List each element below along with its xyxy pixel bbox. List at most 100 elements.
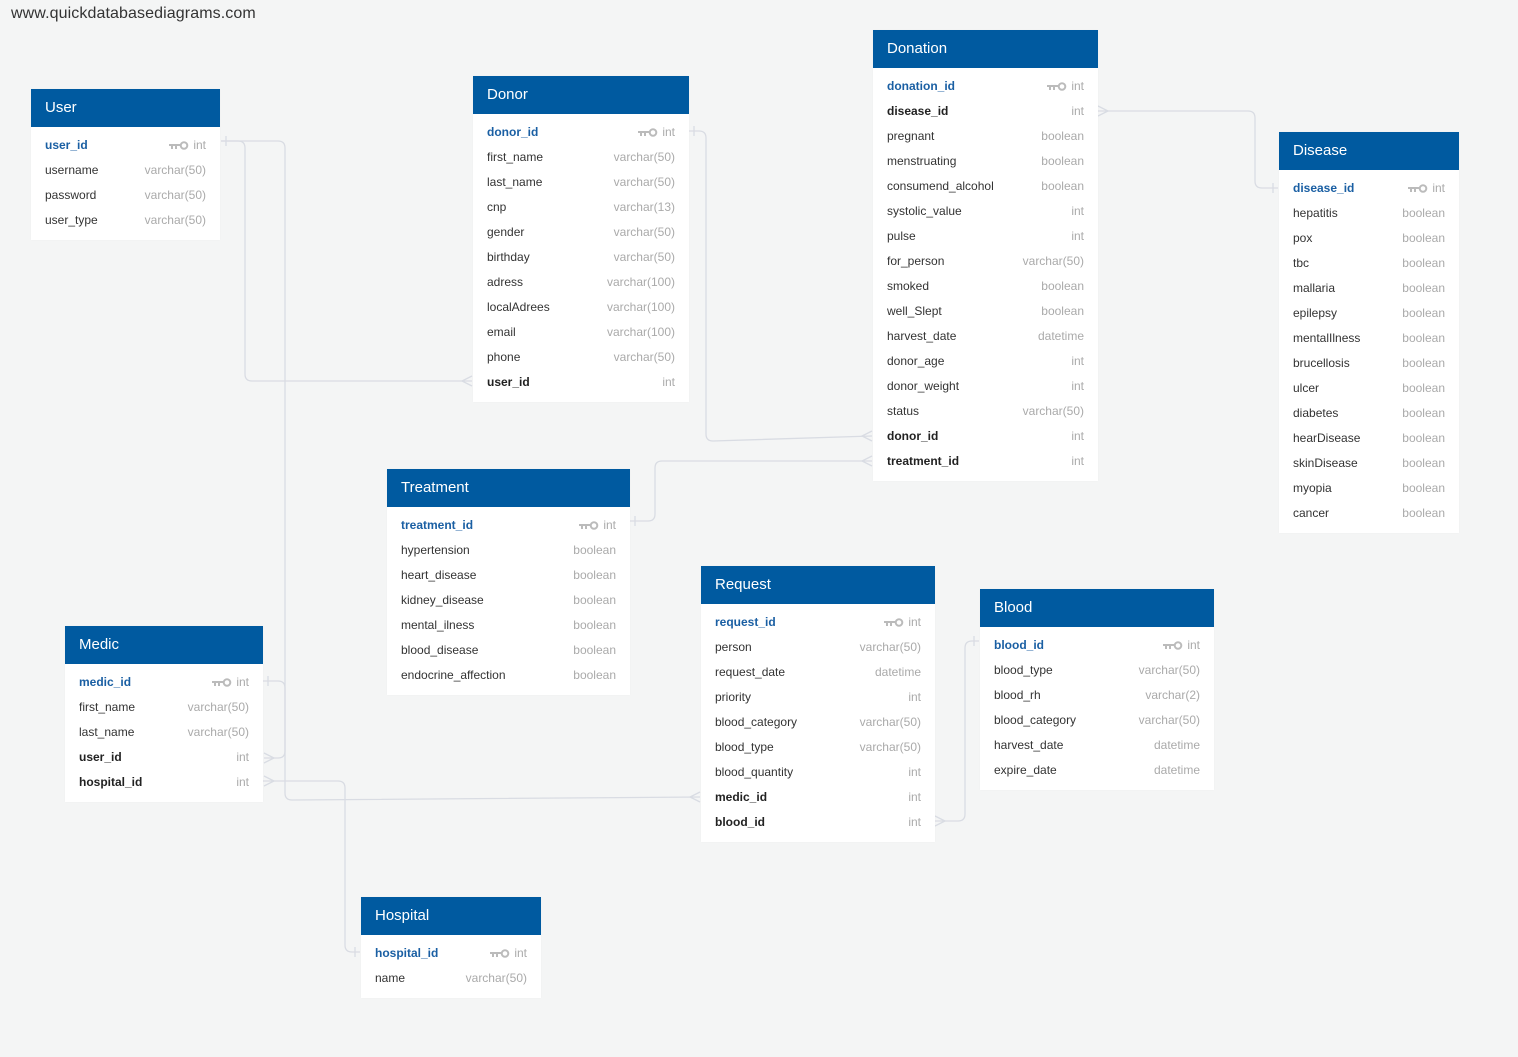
field-row[interactable]: for_person varchar(50) — [873, 248, 1098, 273]
foreign-key-field[interactable]: disease_id int — [873, 98, 1098, 123]
table-header[interactable]: Disease — [1279, 132, 1459, 170]
field-row[interactable]: diabetes boolean — [1279, 400, 1459, 425]
field-row[interactable]: donor_age int — [873, 348, 1098, 373]
field-row[interactable]: well_Slept boolean — [873, 298, 1098, 323]
field-row[interactable]: harvest_date datetime — [873, 323, 1098, 348]
field-row[interactable]: consumend_alcohol boolean — [873, 173, 1098, 198]
field-row[interactable]: mentalIlness boolean — [1279, 325, 1459, 350]
field-row[interactable]: cancer boolean — [1279, 500, 1459, 525]
field-row[interactable]: phone varchar(50) — [473, 344, 689, 369]
primary-key-field[interactable]: donation_id int — [873, 73, 1098, 98]
table-disease[interactable]: Disease disease_id int hepatitis boolean pox b… — [1279, 132, 1459, 533]
field-row[interactable]: expire_date datetime — [980, 757, 1214, 782]
field-row[interactable]: endocrine_affection boolean — [387, 662, 630, 687]
link-donation-disease[interactable] — [1098, 110, 1278, 189]
table-request[interactable]: Request request_id int person varchar(50) req… — [701, 566, 935, 842]
field-row[interactable]: pox boolean — [1279, 225, 1459, 250]
link-request-medic[interactable] — [263, 680, 701, 801]
field-row[interactable]: birthday varchar(50) — [473, 244, 689, 269]
field-row[interactable]: email varchar(100) — [473, 319, 689, 344]
primary-key-field[interactable]: treatment_id int — [387, 512, 630, 537]
field-row[interactable]: first_name varchar(50) — [65, 694, 263, 719]
table-user[interactable]: User user_id int username varchar(50) passwor… — [31, 89, 220, 240]
field-row[interactable]: localAdrees varchar(100) — [473, 294, 689, 319]
field-row[interactable]: brucellosis boolean — [1279, 350, 1459, 375]
field-row[interactable]: blood_disease boolean — [387, 637, 630, 662]
primary-key-field[interactable]: medic_id int — [65, 669, 263, 694]
table-donation[interactable]: Donation donation_id int disease_id int pregn… — [873, 30, 1098, 481]
field-row[interactable]: myopia boolean — [1279, 475, 1459, 500]
table-header[interactable]: Donation — [873, 30, 1098, 68]
link-donation-treatment[interactable] — [630, 460, 872, 522]
field-row[interactable]: menstruating boolean — [873, 148, 1098, 173]
link-donor-user[interactable] — [221, 140, 472, 382]
field-row[interactable]: last_name varchar(50) — [473, 169, 689, 194]
table-treatment[interactable]: Treatment treatment_id int hypertension bool… — [387, 469, 630, 695]
field-row[interactable]: person varchar(50) — [701, 634, 935, 659]
foreign-key-field[interactable]: medic_id int — [701, 784, 935, 809]
field-row[interactable]: kidney_disease boolean — [387, 587, 630, 612]
field-row[interactable]: hearDisease boolean — [1279, 425, 1459, 450]
field-row[interactable]: status varchar(50) — [873, 398, 1098, 423]
foreign-key-field[interactable]: blood_id int — [701, 809, 935, 834]
field-list: hospital_id int name varchar(50) — [361, 935, 541, 998]
field-row[interactable]: user_type varchar(50) — [31, 207, 220, 232]
foreign-key-field[interactable]: user_id int — [473, 369, 689, 394]
primary-key-field[interactable]: user_id int — [31, 132, 220, 157]
primary-key-field[interactable]: blood_id int — [980, 632, 1214, 657]
field-row[interactable]: hepatitis boolean — [1279, 200, 1459, 225]
primary-key-field[interactable]: disease_id int — [1279, 175, 1459, 200]
table-medic[interactable]: Medic medic_id int first_name varchar(50) las… — [65, 626, 263, 802]
field-row[interactable]: username varchar(50) — [31, 157, 220, 182]
link-donation-donor[interactable] — [689, 130, 873, 442]
link-medic-hospital[interactable] — [263, 780, 360, 953]
table-donor[interactable]: Donor donor_id int first_name varchar(50) las… — [473, 76, 689, 402]
field-row[interactable]: priority int — [701, 684, 935, 709]
field-row[interactable]: name varchar(50) — [361, 965, 541, 990]
field-row[interactable]: blood_category varchar(50) — [701, 709, 935, 734]
primary-key-field[interactable]: request_id int — [701, 609, 935, 634]
foreign-key-field[interactable]: hospital_id int — [65, 769, 263, 794]
field-row[interactable]: pulse int — [873, 223, 1098, 248]
field-row[interactable]: blood_category varchar(50) — [980, 707, 1214, 732]
table-header[interactable]: Blood — [980, 589, 1214, 627]
field-row[interactable]: epilepsy boolean — [1279, 300, 1459, 325]
link-request-blood[interactable] — [935, 640, 979, 822]
table-hospital[interactable]: Hospital hospital_id int name varchar(50) — [361, 897, 541, 998]
table-header[interactable]: Request — [701, 566, 935, 604]
field-row[interactable]: ulcer boolean — [1279, 375, 1459, 400]
foreign-key-field[interactable]: user_id int — [65, 744, 263, 769]
primary-key-field[interactable]: donor_id int — [473, 119, 689, 144]
foreign-key-field[interactable]: treatment_id int — [873, 448, 1098, 473]
field-row[interactable]: smoked boolean — [873, 273, 1098, 298]
primary-key-field[interactable]: hospital_id int — [361, 940, 541, 965]
field-row[interactable]: last_name varchar(50) — [65, 719, 263, 744]
table-header[interactable]: Medic — [65, 626, 263, 664]
table-blood[interactable]: Blood blood_id int blood_type varchar(50) blo… — [980, 589, 1214, 790]
table-header[interactable]: Donor — [473, 76, 689, 114]
table-header[interactable]: User — [31, 89, 220, 127]
table-header[interactable]: Treatment — [387, 469, 630, 507]
foreign-key-field[interactable]: donor_id int — [873, 423, 1098, 448]
field-row[interactable]: blood_type varchar(50) — [701, 734, 935, 759]
field-row[interactable]: mental_ilness boolean — [387, 612, 630, 637]
field-row[interactable]: adress varchar(100) — [473, 269, 689, 294]
field-row[interactable]: heart_disease boolean — [387, 562, 630, 587]
field-row[interactable]: mallaria boolean — [1279, 275, 1459, 300]
table-header[interactable]: Hospital — [361, 897, 541, 935]
field-row[interactable]: skinDisease boolean — [1279, 450, 1459, 475]
field-row[interactable]: gender varchar(50) — [473, 219, 689, 244]
field-row[interactable]: blood_quantity int — [701, 759, 935, 784]
field-row[interactable]: harvest_date datetime — [980, 732, 1214, 757]
field-row[interactable]: cnp varchar(13) — [473, 194, 689, 219]
field-row[interactable]: first_name varchar(50) — [473, 144, 689, 169]
field-row[interactable]: tbc boolean — [1279, 250, 1459, 275]
field-row[interactable]: password varchar(50) — [31, 182, 220, 207]
field-row[interactable]: blood_rh varchar(2) — [980, 682, 1214, 707]
field-row[interactable]: blood_type varchar(50) — [980, 657, 1214, 682]
field-row[interactable]: pregnant boolean — [873, 123, 1098, 148]
field-row[interactable]: donor_weight int — [873, 373, 1098, 398]
field-row[interactable]: request_date datetime — [701, 659, 935, 684]
field-row[interactable]: systolic_value int — [873, 198, 1098, 223]
field-row[interactable]: hypertension boolean — [387, 537, 630, 562]
